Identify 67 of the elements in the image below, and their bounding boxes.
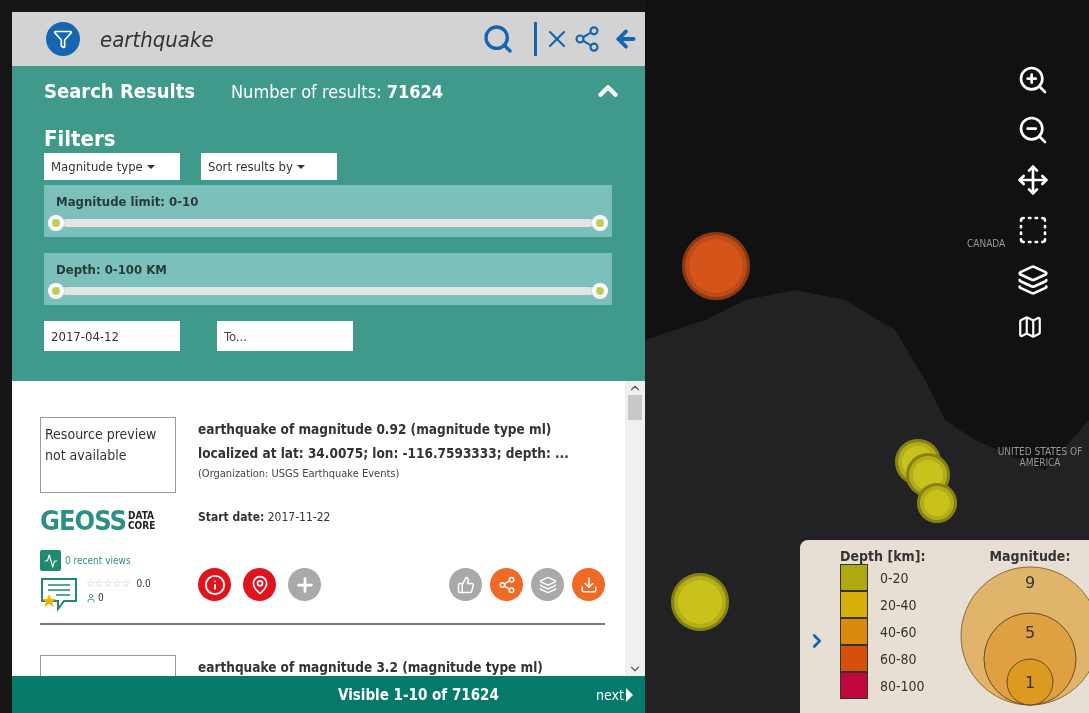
map-background[interactable]: CANADA UNITED STATES OF AMERICA Depth [km]: 0-20 20-40 40-60 60-80 80-100 Magnitude: 9 5 1 [645,0,1089,713]
depth-label: 20-40 [880,596,917,613]
result-title[interactable]: earthquake of magnitude 0.92 (magnitude type ml) [198,417,605,441]
filters-title: Filters [44,126,117,151]
thumbs-up-icon [456,575,475,594]
info-button[interactable] [198,568,231,601]
dashed-square-icon [1017,214,1049,246]
layers-icon [538,575,557,594]
activity-icon [40,550,61,571]
share-button[interactable] [490,568,523,601]
magnitude-label: 5 [1024,623,1036,642]
preview-unavailable-notice: Resource preview not available [40,417,176,493]
country-label: CANADA [967,238,1006,249]
filter-icon [53,29,73,49]
country-label: UNITED STATES OF AMERICA [996,446,1084,468]
earthquake-marker[interactable] [917,483,957,523]
slider-label: Depth: 0-100 KM [55,262,168,277]
download-button[interactable] [572,568,605,601]
review-star-icon[interactable] [40,577,78,613]
reviewer-count: 0 [98,592,104,603]
visible-range: Visible 1-10 of 71624 [338,685,500,704]
info-icon [203,573,226,596]
select-area-button[interactable] [1017,214,1049,246]
slider-handle[interactable] [592,283,608,299]
zoom-in-button[interactable] [1017,64,1049,96]
slider-handle[interactable] [48,215,64,231]
date-field[interactable]: To... [217,321,353,351]
depth-label: 0-20 [880,569,909,586]
zoom-in-icon [1017,64,1049,96]
date-field[interactable]: 2017-04-12 [44,321,180,351]
share-icon [497,575,516,594]
depth-label: 40-60 [880,623,917,640]
rating-value: 0.0 [136,578,151,589]
magnitude-label: 1 [1024,673,1036,692]
zoom-out-button[interactable] [1017,114,1049,146]
magnitude-label: 9 [1024,573,1036,592]
slider-label: Magnitude limit: 0-10 [55,194,200,209]
download-icon [579,575,598,594]
slider-handle[interactable] [592,215,608,231]
layers-icon [1017,264,1049,296]
result-title[interactable]: earthquake of magnitude 3.2 (magnitude type ml) [198,655,543,676]
results-count: Number of results: 71624 [231,80,445,102]
recent-views[interactable]: 0 recent views [65,555,131,566]
magnitude-legend-title: Magnitude: [989,548,1071,564]
filter-button[interactable] [46,22,80,56]
pin-button[interactable] [243,568,276,601]
scrollbar-thumb[interactable] [628,395,642,420]
organization: (Organization: USGS Earthquake Events) [198,467,401,480]
depth-label: 60-80 [880,650,917,667]
results-title: Search Results [44,79,195,103]
share-icon[interactable] [573,25,601,53]
user-icon [86,592,96,603]
depth-label: 80-100 [880,677,925,694]
pan-button[interactable] [1017,164,1049,196]
dropdown[interactable]: Sort results by [201,153,337,180]
zoom-out-icon [1017,114,1049,146]
scrollbar[interactable] [625,381,645,676]
search-icon[interactable] [482,23,514,55]
next-link[interactable]: next [596,686,633,703]
result-subtitle: localized at lat: 34.0075; lon: -116.7593333; depth: ... [198,444,570,463]
depth-legend-title: Depth [km]: [840,548,927,564]
pan-arrows-icon [1017,164,1049,196]
layers-button[interactable] [1017,264,1049,296]
map-icon [1017,314,1043,340]
start-date: Start date: 2017-11-22 [198,510,332,524]
slider-handle[interactable] [48,283,64,299]
dropdown[interactable]: Magnitude type [44,153,180,180]
